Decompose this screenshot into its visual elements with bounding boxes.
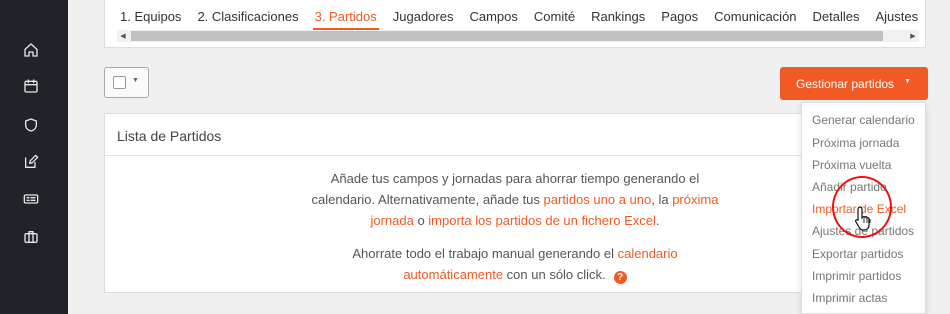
tab-rankings[interactable]: Rankings (591, 0, 645, 28)
add-match-link[interactable]: partidos uno a uno (544, 192, 652, 207)
text-segment: Ahorrate todo el trabajo manual generand… (352, 246, 618, 261)
tab-list: 1. Equipos 2. Clasificaciones 3. Partido… (105, 0, 919, 30)
tab-pagos[interactable]: Pagos (661, 0, 698, 28)
bulk-select-button[interactable]: ▼ (104, 67, 149, 98)
tab-clasificaciones[interactable]: 2. Clasificaciones (197, 0, 298, 28)
tab-detalles[interactable]: Detalles (813, 0, 860, 28)
text-segment: o (413, 213, 429, 228)
tabs-scrollbar[interactable]: ◀ ▶ (117, 30, 919, 42)
shield-icon[interactable] (22, 116, 40, 134)
tab-jugadores[interactable]: Jugadores (393, 0, 454, 28)
text-segment: , la (651, 192, 673, 207)
text-segment: con un sólo click. (503, 267, 606, 282)
checkbox-icon[interactable] (113, 76, 126, 89)
menu-item-generar-calendario[interactable]: Generar calendario (812, 113, 915, 127)
tab-ajustes[interactable]: Ajustes (876, 0, 919, 28)
tab-comunicacion[interactable]: Comunicación (714, 0, 796, 28)
menu-item-imprimir-partidos[interactable]: Imprimir partidos (812, 269, 901, 283)
text-segment: . (655, 213, 660, 228)
menu-item-proxima-vuelta[interactable]: Próxima vuelta (812, 158, 891, 172)
menu-item-exportar-partidos[interactable]: Exportar partidos (812, 247, 903, 261)
home-icon[interactable] (22, 41, 40, 59)
empty-state-text: Añade tus campos y jornadas para ahorrar… (305, 168, 725, 231)
scroll-right-icon[interactable]: ▶ (907, 30, 919, 42)
auto-calendar-text: Ahorrate todo el trabajo manual generand… (305, 243, 725, 285)
tab-partidos[interactable]: 3. Partidos (312, 0, 379, 30)
id-card-icon[interactable] (22, 190, 40, 208)
calendar-icon[interactable] (22, 77, 40, 95)
scroll-left-icon[interactable]: ◀ (117, 30, 129, 42)
tab-equipos[interactable]: 1. Equipos (120, 0, 181, 28)
tabs-bar: 1. Equipos 2. Clasificaciones 3. Partido… (104, 0, 926, 48)
scrollbar-thumb[interactable] (131, 31, 883, 41)
sidebar (0, 0, 68, 314)
menu-item-imprimir-actas[interactable]: Imprimir actas (812, 291, 887, 305)
chevron-down-icon: ▼ (132, 77, 139, 84)
tab-comite[interactable]: Comité (534, 0, 575, 28)
import-excel-link[interactable]: importa los partidos de un fichero Excel (428, 213, 656, 228)
manage-matches-button[interactable]: Gestionar partidos ▼ (780, 67, 928, 100)
caret-down-icon: ▼ (904, 78, 911, 85)
manage-matches-label: Gestionar partidos (796, 76, 895, 91)
briefcase-icon[interactable] (22, 228, 40, 246)
hand-pointer-icon (855, 206, 871, 231)
edit-icon[interactable] (22, 153, 40, 171)
help-icon[interactable]: ? (613, 271, 627, 284)
tab-campos[interactable]: Campos (469, 0, 517, 28)
menu-item-proxima-jornada[interactable]: Próxima jornada (812, 136, 899, 150)
